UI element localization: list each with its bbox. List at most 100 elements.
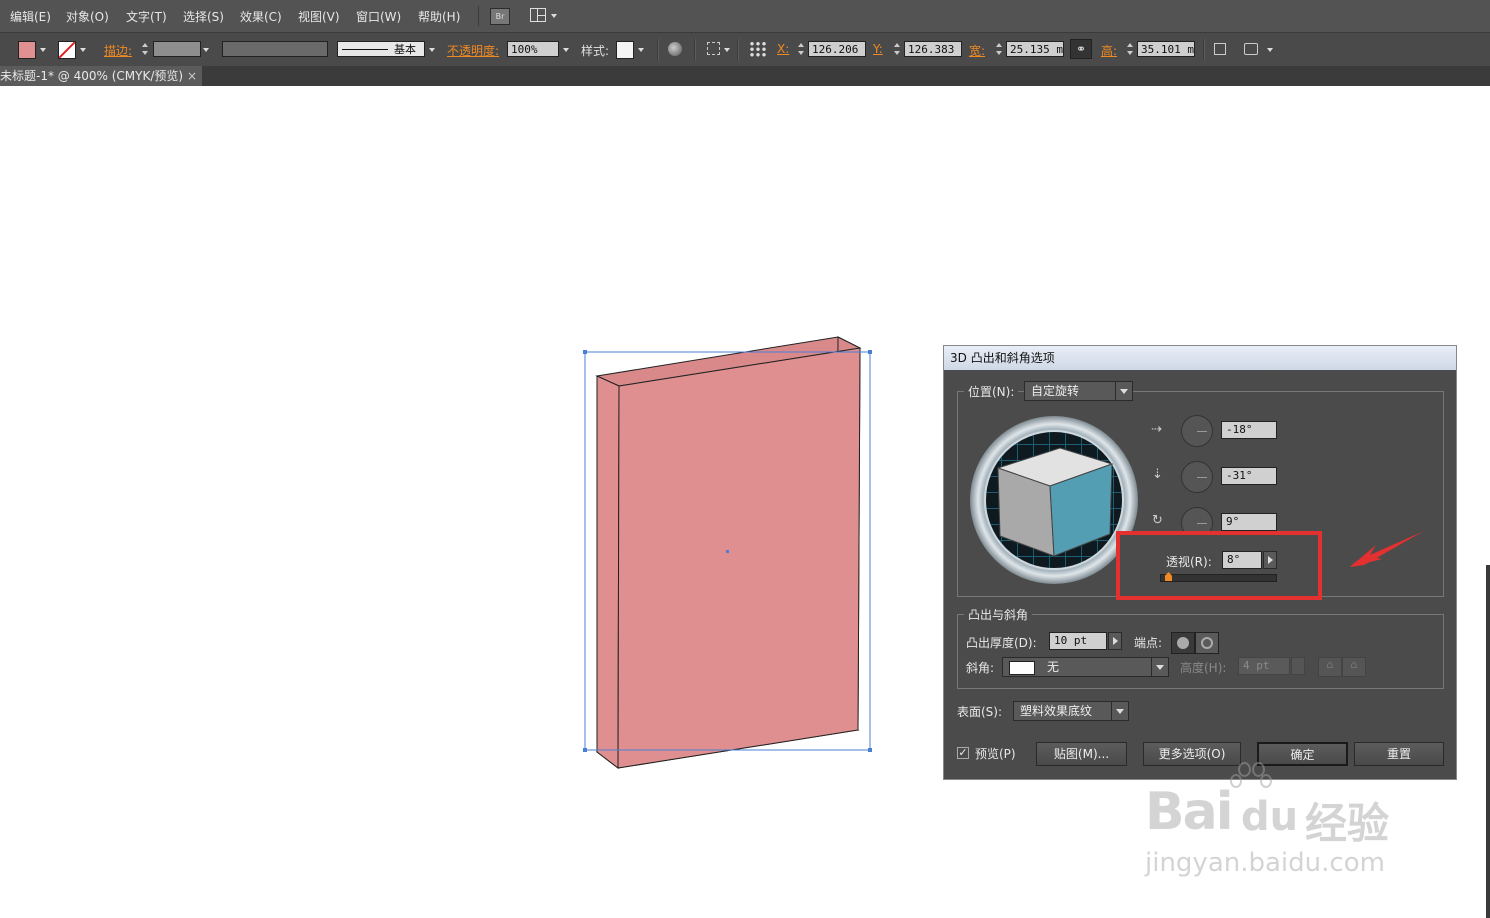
menu-object[interactable]: 对象(O) [66, 8, 109, 25]
menu-edit[interactable]: 编辑(E) [10, 8, 51, 25]
dialog-title[interactable]: 3D 凸出和斜角选项 [944, 346, 1456, 370]
z-rotation-field[interactable]: 9° [1221, 513, 1277, 531]
graphic-style-swatch[interactable] [616, 41, 634, 59]
chevron-down-icon[interactable] [429, 48, 435, 52]
rotation-trackball[interactable] [970, 416, 1138, 584]
surface-label: 表面(S): [957, 705, 1003, 719]
highlight-box [1116, 531, 1322, 600]
y-axis-rotate-icon: ⇣ [1152, 467, 1163, 482]
ok-button[interactable]: 确定 [1257, 742, 1348, 766]
style-label: 样式: [581, 44, 610, 58]
link-constrain-icon[interactable]: ⚭ [1070, 39, 1092, 59]
cap-off-icon[interactable] [1195, 632, 1219, 654]
y-field[interactable]: 126.383 r [904, 41, 962, 57]
paw-logo-icon [1230, 762, 1272, 792]
watermark-url: jingyan.baidu.com [1145, 848, 1385, 878]
menu-help[interactable]: 帮助(H) [418, 8, 460, 25]
width-field[interactable]: 25.135 mi [1006, 41, 1064, 57]
center-point [726, 550, 729, 553]
control-bar: 描边: 基本 不透明度: 100% 样式: X: 126.206 r Y: 12… [0, 32, 1490, 67]
chevron-down-icon[interactable] [551, 14, 557, 18]
brush-definition[interactable]: 基本 [337, 41, 425, 57]
chevron-down-icon[interactable] [724, 48, 730, 52]
depth-field[interactable]: 10 pt [1049, 632, 1107, 650]
selection-handle[interactable] [868, 748, 872, 752]
close-icon[interactable]: × [187, 66, 197, 86]
chevron-down-icon[interactable] [203, 48, 209, 52]
position-label: 位置(N): [964, 383, 1019, 400]
variable-width-profile[interactable] [222, 41, 328, 57]
map-art-button[interactable]: 贴图(M)... [1036, 742, 1127, 766]
height-stepper[interactable] [1126, 41, 1135, 57]
selection-handle[interactable] [583, 350, 587, 354]
x-field[interactable]: 126.206 r [808, 41, 866, 57]
position-dropdown[interactable]: 自定旋转 [1024, 381, 1133, 401]
opacity-label[interactable]: 不透明度: [447, 42, 499, 59]
menu-select[interactable]: 选择(S) [183, 8, 224, 25]
bevel-height-field[interactable]: 4 pt [1238, 657, 1290, 675]
transform-icon[interactable] [1214, 43, 1226, 55]
cap-on-icon[interactable] [1171, 632, 1195, 654]
menu-view[interactable]: 视图(V) [298, 8, 340, 25]
selection-handle[interactable] [868, 350, 872, 354]
reset-button[interactable]: 重置 [1354, 742, 1444, 766]
y-rotation-field[interactable]: -31° [1221, 467, 1277, 485]
chevron-down-icon[interactable] [563, 48, 569, 52]
surface-dropdown[interactable]: 塑料效果底纹 [1013, 701, 1129, 721]
y-stepper[interactable] [893, 41, 902, 57]
selection-handle[interactable] [583, 748, 587, 752]
preview-label[interactable]: 预览(P) [975, 745, 1016, 762]
z-axis-rotate-icon: ↻ [1152, 513, 1163, 528]
stroke-label[interactable]: 描边: [104, 42, 132, 59]
x-axis-rotate-icon: ⇢ [1151, 422, 1162, 437]
height-field[interactable]: 35.101 mi [1137, 41, 1195, 57]
baidu-watermark: Bai du 经验 jingyan.baidu.com [1145, 762, 1425, 892]
x-rotation-dial[interactable] [1181, 415, 1213, 447]
chevron-down-icon[interactable] [80, 48, 86, 52]
stroke-weight-field[interactable] [153, 41, 201, 57]
width-label[interactable]: 宽: [969, 42, 985, 59]
workspace-switcher-icon[interactable] [530, 8, 546, 22]
chevron-down-icon[interactable] [1151, 658, 1168, 676]
recolor-artwork-icon[interactable] [668, 42, 682, 56]
x-rotation-field[interactable]: -18° [1221, 421, 1277, 439]
chevron-down-icon[interactable] [1115, 382, 1132, 400]
preview-checkbox[interactable]: ✓ [957, 747, 969, 759]
brush-label: 基本 [394, 43, 416, 56]
more-options-button[interactable]: 更多选项(O) [1143, 742, 1241, 766]
align-to-selection-icon[interactable] [707, 42, 720, 55]
bevel-extent-out-icon[interactable]: ⌂ [1318, 657, 1342, 677]
menu-window[interactable]: 窗口(W) [356, 8, 401, 25]
menu-bar: 编辑(E) 对象(O) 文字(T) 选择(S) 效果(C) 视图(V) 窗口(W… [0, 0, 1490, 32]
y-label[interactable]: Y: [873, 42, 883, 56]
menu-effect[interactable]: 效果(C) [240, 8, 282, 25]
reference-point-icon[interactable] [749, 41, 767, 57]
book-front-face[interactable] [596, 375, 620, 770]
bevel-extent-in-icon[interactable]: ⌂ [1342, 657, 1366, 677]
isolate-icon[interactable] [1244, 43, 1258, 55]
bevel-height-toggle[interactable] [1291, 657, 1305, 675]
height-label[interactable]: 高: [1101, 42, 1117, 59]
bevel-value: 无 [1047, 660, 1060, 674]
bevel-height-label: 高度(H): [1180, 661, 1227, 675]
x-label[interactable]: X: [777, 42, 789, 56]
chevron-down-icon[interactable] [40, 48, 46, 52]
y-rotation-dial[interactable] [1181, 461, 1213, 493]
stroke-none-swatch[interactable] [58, 41, 76, 59]
chevron-down-icon[interactable] [638, 48, 644, 52]
stroke-weight-stepper[interactable] [141, 41, 150, 57]
width-stepper[interactable] [995, 41, 1004, 57]
chevron-down-icon[interactable] [1267, 48, 1273, 52]
book-cover-face[interactable] [617, 347, 861, 769]
bevel-dropdown[interactable]: 无 [1002, 657, 1169, 677]
document-tab[interactable]: 未标题-1* @ 400% (CMYK/预览) × [0, 66, 202, 86]
opacity-field[interactable]: 100% [507, 41, 559, 57]
chevron-down-icon[interactable] [1111, 702, 1128, 720]
fill-swatch[interactable] [18, 41, 36, 59]
surface-value: 塑料效果底纹 [1020, 704, 1093, 718]
scrollbar[interactable] [1486, 565, 1490, 918]
bridge-icon[interactable]: Br [490, 8, 510, 25]
menu-type[interactable]: 文字(T) [126, 8, 167, 25]
depth-slider-toggle[interactable] [1108, 632, 1122, 650]
x-stepper[interactable] [797, 41, 806, 57]
